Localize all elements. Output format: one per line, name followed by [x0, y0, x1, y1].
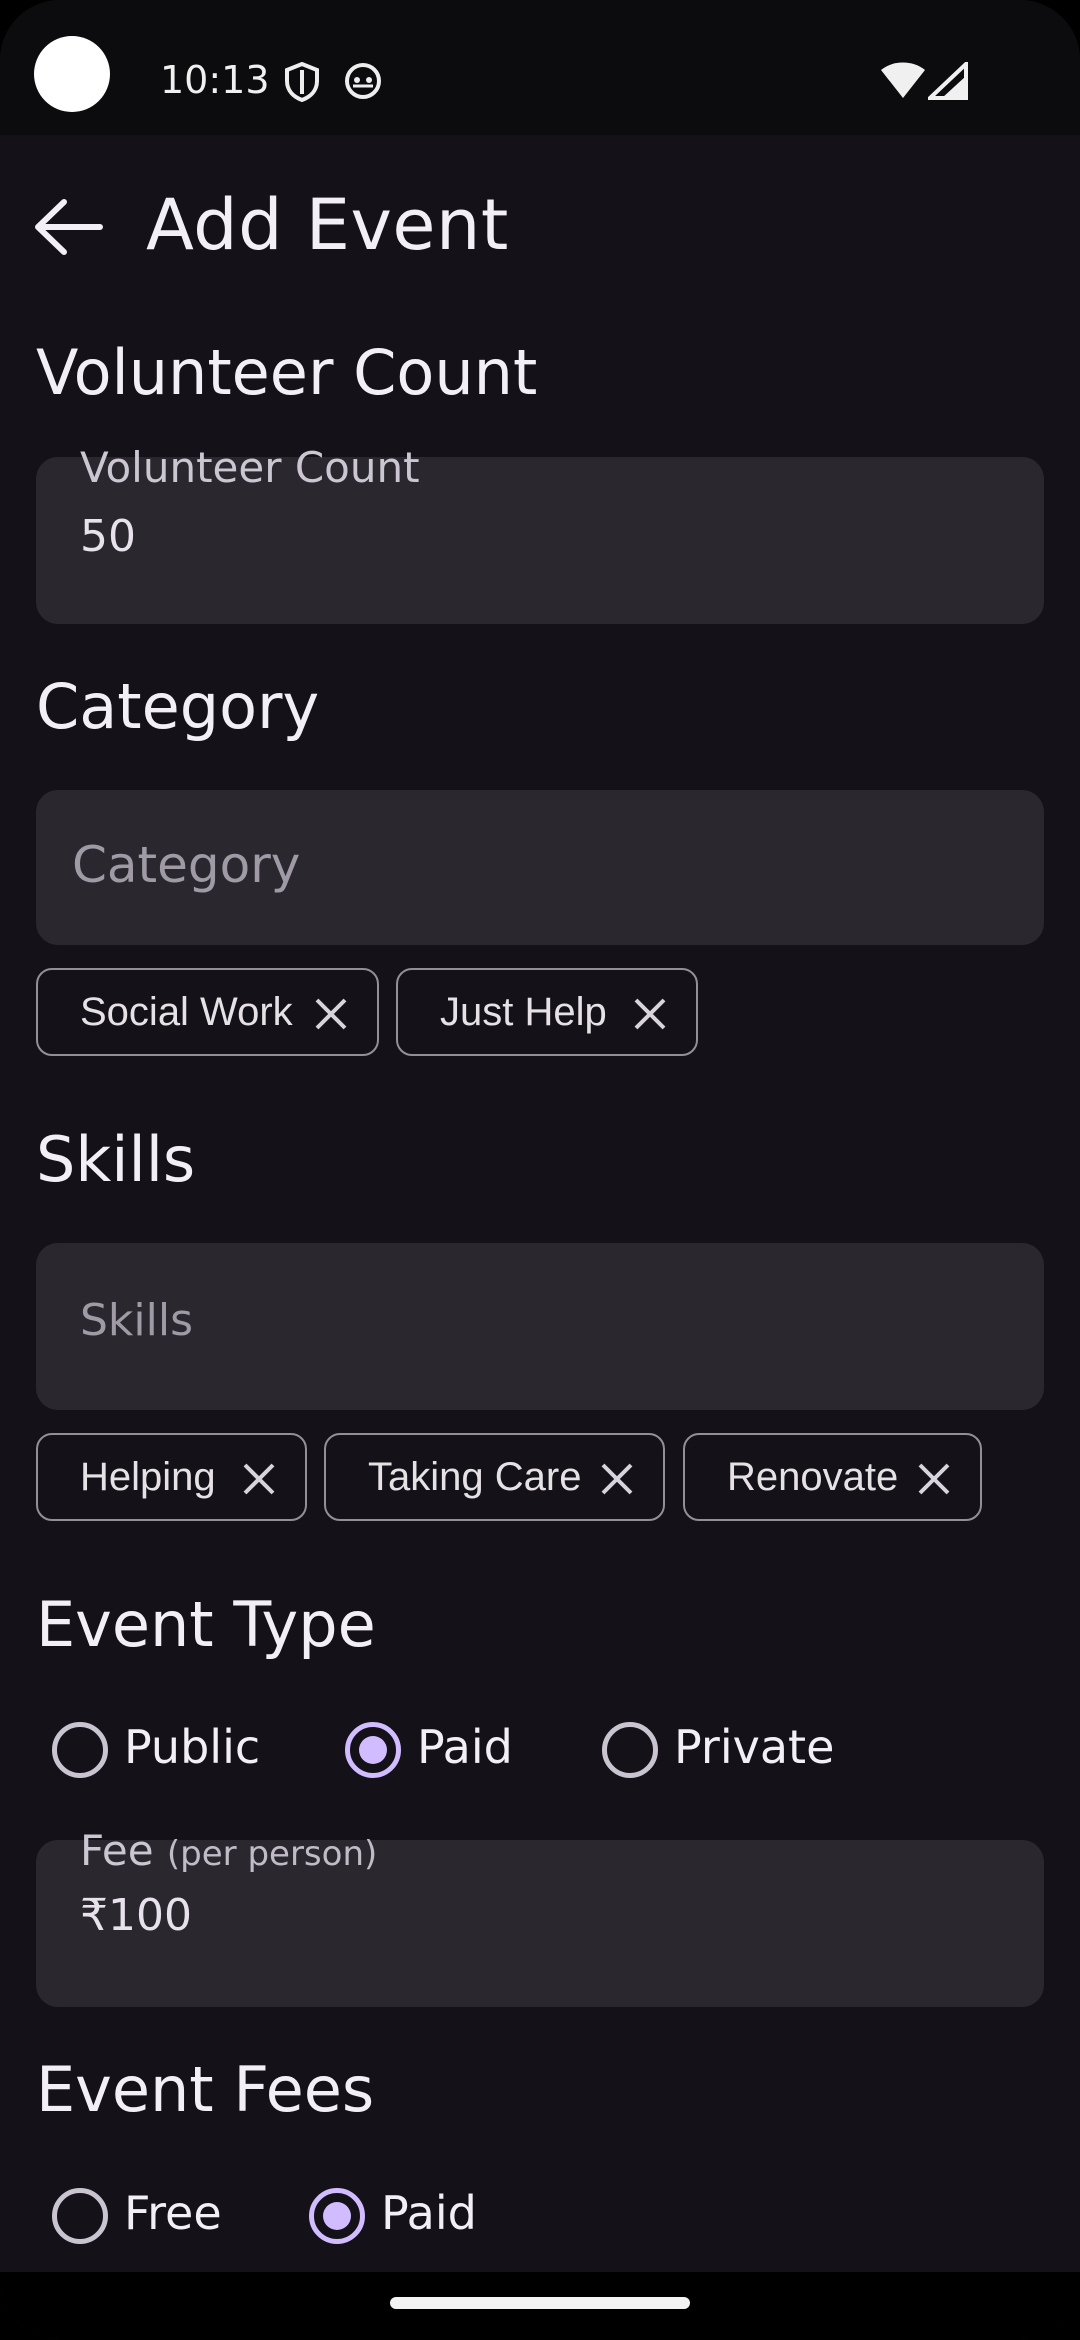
phone-screen: 10:13 Add Event Volunteer Count Voluntee…	[0, 0, 1080, 2340]
volunteer-count-heading: Volunteer Count	[36, 336, 538, 409]
close-icon[interactable]	[599, 1461, 635, 1497]
chip-label: Just Help	[440, 989, 607, 1034]
chip-just-help[interactable]: Just Help	[396, 968, 698, 1056]
chip-label: Renovate	[727, 1454, 899, 1499]
fee-label-suffix: (per person)	[166, 1834, 378, 1874]
volunteer-count-label: Volunteer Count	[80, 443, 420, 492]
chip-label: Helping	[80, 1454, 216, 1499]
radio-label-private: Private	[674, 1720, 835, 1774]
fee-label-text: Fee	[80, 1826, 154, 1875]
radio-public[interactable]	[52, 1722, 108, 1778]
event-type-radio-group: Public Paid Private	[0, 1712, 1080, 1792]
skills-placeholder: Skills	[80, 1295, 194, 1346]
back-button[interactable]	[30, 192, 110, 262]
close-icon[interactable]	[632, 996, 668, 1032]
volunteer-count-value: 50	[80, 511, 136, 562]
fee-field[interactable]: Fee (per person) ₹100	[36, 1826, 1044, 2007]
close-icon[interactable]	[313, 996, 349, 1032]
radio-label-public: Public	[124, 1720, 261, 1774]
close-icon[interactable]	[241, 1461, 277, 1497]
radio-label-paid: Paid	[417, 1720, 513, 1774]
close-icon[interactable]	[916, 1461, 952, 1497]
skills-heading: Skills	[36, 1123, 196, 1196]
chip-label: Taking Care	[368, 1454, 582, 1499]
category-heading: Category	[36, 670, 320, 743]
android-debug-icon	[344, 62, 382, 104]
category-input[interactable]: Category	[36, 790, 1044, 945]
radio-label-fees-paid: Paid	[381, 2186, 477, 2240]
fee-value: ₹100	[80, 1890, 192, 1941]
event-fees-heading: Event Fees	[36, 2053, 375, 2126]
page-title: Add Event	[146, 184, 509, 266]
fee-label: Fee (per person)	[80, 1826, 377, 1875]
arrow-back-icon	[35, 199, 103, 255]
status-time: 10:13	[160, 58, 270, 102]
skills-input[interactable]: Skills	[36, 1243, 1044, 1410]
volunteer-count-field[interactable]: Volunteer Count 50	[36, 443, 1044, 624]
status-bar: 10:13	[0, 0, 1080, 135]
radio-private[interactable]	[602, 1722, 658, 1778]
chip-renovate[interactable]: Renovate	[683, 1433, 982, 1521]
camera-cutout	[34, 36, 110, 112]
radio-label-free: Free	[124, 2186, 222, 2240]
category-placeholder: Category	[72, 836, 301, 894]
wifi-icon	[880, 60, 926, 104]
chip-taking-care[interactable]: Taking Care	[324, 1433, 665, 1521]
chip-label: Social Work	[80, 989, 293, 1034]
top-app-bar: Add Event	[0, 170, 1080, 280]
radio-fees-paid[interactable]	[309, 2188, 365, 2244]
radio-paid[interactable]	[345, 1722, 401, 1778]
shield-icon	[284, 61, 320, 106]
chip-social-work[interactable]: Social Work	[36, 968, 379, 1056]
home-gesture-handle[interactable]	[390, 2297, 690, 2309]
radio-free[interactable]	[52, 2188, 108, 2244]
event-fees-radio-group: Free Paid	[0, 2178, 1080, 2258]
event-type-heading: Event Type	[36, 1588, 376, 1661]
chip-helping[interactable]: Helping	[36, 1433, 307, 1521]
cellular-signal-icon	[924, 59, 968, 104]
